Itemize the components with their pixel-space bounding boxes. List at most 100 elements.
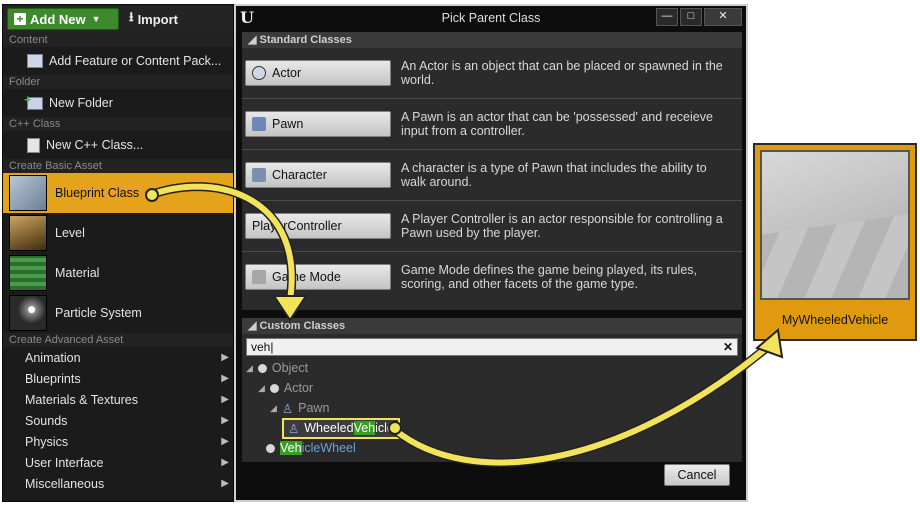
minimize-icon[interactable]: —	[656, 8, 678, 26]
cancel-button[interactable]: Cancel	[664, 464, 730, 486]
playercontroller-button[interactable]: PlayerController	[245, 213, 391, 239]
new-blueprint-asset-tile[interactable]: MyWheeledVehicle	[753, 143, 917, 341]
tree-item-actor[interactable]: ◢ Actor	[242, 378, 742, 398]
class-description: Game Mode defines the game being played,…	[401, 263, 698, 291]
clear-search-icon[interactable]: ✕	[723, 340, 733, 354]
tree-item-pawn[interactable]: ◢ ♙ Pawn	[242, 398, 742, 418]
import-icon: ⭳	[129, 9, 134, 24]
search-value: veh|	[251, 340, 274, 354]
class-button-label: Character	[272, 168, 327, 182]
expand-arrow-icon: ◢	[270, 402, 277, 413]
add-feature-label: Add Feature or Content Pack...	[49, 54, 222, 68]
selected-class-highlight[interactable]: ♙ WheeledVehicle	[282, 417, 400, 439]
label-part: Wheeled	[304, 421, 354, 435]
pawn-icon	[252, 117, 266, 131]
chevron-right-icon: ▶	[221, 478, 229, 489]
level-icon	[9, 215, 47, 251]
new-cpp-class-item[interactable]: New C++ Class...	[3, 131, 233, 159]
basic-asset-level[interactable]: Level	[3, 213, 233, 253]
new-folder-item[interactable]: + New Folder	[3, 89, 233, 117]
add-new-button[interactable]: + Add New ▼	[7, 8, 119, 30]
advanced-item-animation[interactable]: Animation ▶	[3, 347, 233, 368]
actor-button[interactable]: Actor	[245, 60, 391, 86]
tree-item-label: WheeledVehicle	[304, 421, 394, 435]
window-controls: — □ ✕	[656, 8, 742, 26]
package-icon	[27, 54, 43, 68]
basic-asset-particle-system[interactable]: Particle System	[3, 293, 233, 333]
advanced-item-label: Animation	[25, 350, 81, 365]
dialog-title: Pick Parent Class	[441, 11, 541, 25]
search-match-highlight: Veh	[353, 421, 376, 435]
basic-asset-label: Material	[55, 266, 100, 280]
pick-parent-class-dialog: U Pick Parent Class — □ ✕ ◢ Standard Cla…	[234, 4, 748, 502]
label-part: icleWheel	[301, 441, 356, 455]
chevron-down-icon: ▼	[91, 14, 101, 24]
advanced-item-physics[interactable]: Physics ▶	[3, 431, 233, 452]
section-cpp: C++ Class	[3, 117, 233, 131]
content-browser-toolbar: + Add New ▼ ⭳ Import	[3, 5, 233, 33]
expand-arrow-icon: ◢	[258, 382, 265, 393]
advanced-item-label: Physics	[25, 434, 69, 449]
character-icon	[252, 168, 266, 182]
chevron-right-icon: ▶	[221, 415, 229, 426]
class-description: A character is a type of Pawn that inclu…	[401, 161, 707, 189]
standard-class-row-playercontroller: PlayerController A Player Controller is …	[242, 201, 742, 252]
game-mode-button[interactable]: Game Mode	[245, 264, 391, 290]
actor-icon	[252, 66, 266, 80]
asset-name: MyWheeledVehicle	[781, 313, 889, 327]
tree-item-label: Actor	[283, 381, 314, 395]
class-search-input[interactable]: veh| ✕	[246, 338, 738, 356]
standard-class-row-game-mode: Game Mode Game Mode defines the game bei…	[242, 252, 742, 302]
add-feature-item[interactable]: Add Feature or Content Pack...	[3, 47, 233, 75]
tree-item-wheeledvehicle[interactable]: ♙ WheeledVehicle	[242, 417, 742, 439]
actor-icon	[269, 383, 279, 393]
advanced-item-blueprints[interactable]: Blueprints ▶	[3, 368, 233, 389]
object-icon	[257, 363, 267, 373]
collapse-arrow-icon: ◢	[248, 34, 260, 46]
basic-asset-label: Particle System	[55, 306, 142, 320]
search-match-highlight: Veh	[280, 441, 302, 455]
standard-class-row-character: Character A character is a type of Pawn …	[242, 150, 742, 201]
new-cpp-label: New C++ Class...	[46, 138, 144, 152]
material-icon	[9, 255, 47, 291]
blueprint-icon	[9, 175, 47, 211]
dialog-titlebar[interactable]: U Pick Parent Class — □ ✕	[236, 6, 746, 30]
add-new-label: Add New	[30, 11, 86, 27]
section-advanced-asset: Create Advanced Asset	[3, 333, 233, 347]
add-new-menu: + Add New ▼ ⭳ Import Content Add Feature…	[2, 4, 234, 502]
tree-item-vehiclewheel[interactable]: VehicleWheel	[242, 438, 742, 458]
label-part: icle	[375, 421, 394, 435]
new-folder-label: New Folder	[49, 96, 113, 110]
tree-item-label: Pawn	[298, 401, 330, 415]
standard-classes-header[interactable]: ◢ Standard Classes	[242, 32, 742, 48]
new-folder-icon: +	[24, 93, 43, 110]
particle-icon	[9, 295, 47, 331]
maximize-icon[interactable]: □	[680, 8, 702, 26]
advanced-item-miscellaneous[interactable]: Miscellaneous ▶	[3, 473, 233, 494]
collapse-arrow-icon: ◢	[248, 320, 260, 332]
tree-item-object[interactable]: ◢ Object	[242, 358, 742, 378]
class-button-label: Game Mode	[272, 270, 341, 284]
character-button[interactable]: Character	[245, 162, 391, 188]
standard-class-row-actor: Actor An Actor is an object that can be …	[242, 48, 742, 99]
plus-icon: +	[14, 13, 26, 25]
advanced-item-user-interface[interactable]: User Interface ▶	[3, 452, 233, 473]
standard-classes-panel: ◢ Standard Classes Actor An Actor is an …	[242, 32, 742, 310]
import-button[interactable]: ⭳ Import	[125, 8, 182, 30]
custom-classes-label: Custom Classes	[259, 320, 346, 332]
class-button-label: Pawn	[272, 117, 304, 131]
advanced-item-label: Blueprints	[25, 371, 81, 386]
pawn-button[interactable]: Pawn	[245, 111, 391, 137]
advanced-item-sounds[interactable]: Sounds ▶	[3, 410, 233, 431]
expand-arrow-icon: ◢	[246, 362, 253, 373]
tree-item-label: VehicleWheel	[280, 441, 356, 455]
advanced-item-materials-textures[interactable]: Materials & Textures ▶	[3, 389, 233, 410]
object-icon	[266, 443, 275, 453]
advanced-item-label: Materials & Textures	[25, 392, 139, 407]
basic-asset-material[interactable]: Material	[3, 253, 233, 293]
basic-asset-blueprint-class[interactable]: Blueprint Class	[3, 173, 233, 213]
gamemode-icon	[252, 270, 266, 284]
close-icon[interactable]: ✕	[704, 8, 742, 26]
class-tree: ◢ Object ◢ Actor ◢ ♙ Pawn ♙ WheeledVehicle V…	[242, 356, 742, 458]
custom-classes-header[interactable]: ◢ Custom Classes	[242, 318, 742, 334]
